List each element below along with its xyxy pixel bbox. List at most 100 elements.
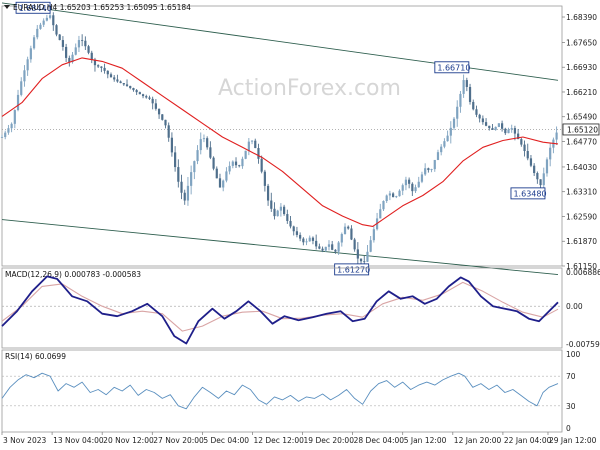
- candle-body: [481, 118, 484, 123]
- price-tick-label: 1.63310: [566, 188, 597, 197]
- candle-body: [113, 77, 116, 80]
- candle-body: [334, 249, 337, 252]
- candle-body: [177, 167, 180, 182]
- candle-body: [222, 180, 225, 188]
- candle-body: [225, 171, 228, 181]
- macd-tick-label: -0.007591: [566, 340, 600, 349]
- candle-body: [472, 101, 475, 110]
- candle-body: [209, 147, 212, 158]
- price-tick-label: 1.68390: [566, 13, 597, 22]
- candle-body: [411, 183, 414, 192]
- candle-body: [414, 187, 417, 192]
- candle-body: [84, 40, 87, 47]
- candle-body: [241, 158, 244, 167]
- macd-pane: MACD(12,26,9) 0.000783 -0.000583 0.006886…: [1, 267, 600, 349]
- candle-body: [520, 139, 523, 145]
- time-tick-label: 19 Dec 20:00: [304, 436, 355, 445]
- candle-body: [260, 158, 263, 172]
- candle-body: [180, 181, 183, 193]
- price-tick-label: 1.67650: [566, 38, 597, 47]
- price-annotation-label: 1.61270: [337, 265, 370, 274]
- candle-body: [382, 201, 385, 210]
- candle-body: [250, 140, 254, 142]
- candle-body: [321, 248, 324, 251]
- candle-body: [366, 251, 369, 262]
- candle-body: [61, 40, 65, 47]
- candle-body: [151, 98, 154, 104]
- macd-main-line: [1, 275, 559, 345]
- candle-body: [449, 127, 452, 136]
- time-tick-label: 5 Jan 12:00: [404, 436, 447, 445]
- candle-body: [363, 261, 366, 263]
- time-tick-label: 3 Nov 2023: [3, 436, 46, 445]
- candle-body: [65, 46, 68, 58]
- candle-body: [29, 48, 32, 60]
- time-tick-label: 12 Jan 20:00: [454, 436, 502, 445]
- candle-body: [212, 157, 215, 169]
- candle-body: [183, 192, 186, 201]
- candle-body: [55, 25, 58, 35]
- rsi-tick-label: 0: [566, 424, 571, 433]
- candle-body: [238, 165, 241, 167]
- macd-label: MACD(12,26,9) 0.000783 -0.000583: [5, 270, 141, 279]
- candle-body: [87, 46, 90, 53]
- candle-body: [218, 178, 222, 188]
- candle-body: [276, 210, 279, 217]
- candle-body: [167, 125, 170, 138]
- candle-body: [388, 193, 391, 196]
- candle-body: [74, 47, 77, 55]
- candle-body: [372, 229, 375, 241]
- candle-body: [138, 92, 141, 95]
- rsi-label: RSI(14) 60.0699: [5, 352, 66, 361]
- candle-body: [45, 17, 48, 21]
- candle-body: [58, 34, 61, 41]
- candle-body: [542, 173, 545, 186]
- candle-body: [215, 168, 218, 179]
- candle-body: [295, 231, 299, 235]
- candle-body: [311, 237, 315, 241]
- candle-body: [504, 128, 507, 134]
- candle-body: [190, 172, 193, 186]
- watermark: ActionForex.com: [218, 76, 401, 101]
- candle-body: [440, 146, 443, 153]
- candle-body: [132, 88, 135, 91]
- candle-body: [39, 24, 42, 29]
- candle-body: [465, 80, 468, 87]
- price-tick-label: 1.61870: [566, 237, 597, 246]
- candle-body: [36, 28, 39, 38]
- candle-body: [48, 15, 52, 18]
- candle-body: [478, 114, 481, 119]
- candle-body: [157, 108, 161, 115]
- candle-body: [7, 128, 10, 133]
- time-tick-label: 12 Dec 12:00: [253, 436, 304, 445]
- candle-body: [392, 193, 395, 198]
- candle-body: [292, 226, 295, 232]
- candle-body: [193, 161, 196, 173]
- candle-body: [228, 165, 231, 172]
- candle-body: [545, 159, 549, 174]
- candle-body: [315, 240, 318, 247]
- candle-body: [462, 80, 465, 94]
- candle-body: [549, 147, 552, 160]
- candle-body: [42, 20, 45, 25]
- candle-body: [347, 226, 350, 229]
- candle-body: [427, 168, 430, 171]
- rsi-line: [1, 372, 559, 410]
- candle-body: [494, 126, 497, 130]
- candle-body: [359, 258, 363, 262]
- macd-tick-label: 0.006886: [566, 268, 600, 277]
- candle-body: [302, 238, 305, 243]
- symbol-header: EURAUD,H4 1.65203 1.65253 1.65095 1.6518…: [13, 3, 191, 12]
- candle-body: [523, 144, 526, 152]
- price-tick-label: 1.65490: [566, 113, 597, 122]
- candle-body: [533, 165, 536, 174]
- candle-body: [100, 66, 103, 68]
- candle-body: [202, 138, 206, 140]
- candle-body: [536, 173, 539, 180]
- macd-tick-label: 0.00: [566, 302, 583, 311]
- candle-body: [273, 208, 276, 217]
- candle-body: [513, 128, 517, 134]
- candle-body: [116, 79, 119, 82]
- candle-body: [266, 185, 270, 201]
- candle-body: [20, 81, 23, 95]
